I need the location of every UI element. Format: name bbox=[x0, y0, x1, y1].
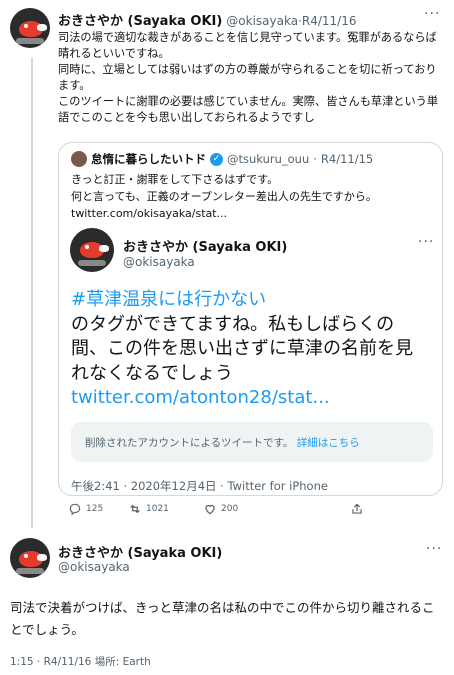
quoted-avatar[interactable] bbox=[71, 151, 87, 167]
inner-display-name[interactable]: おきさやか (Sayaka OKI) bbox=[123, 236, 287, 255]
quoted-display-name[interactable]: 怠惰に暮らしたいトド bbox=[91, 151, 206, 167]
avatar[interactable] bbox=[10, 8, 50, 48]
retweet-button[interactable]: 1021 bbox=[128, 502, 169, 516]
quoted-text-line: 何と言っても、正義のオープンレター差出人の先生ですから。 bbox=[71, 190, 377, 203]
display-name[interactable]: おきさやか (Sayaka OKI) bbox=[58, 542, 222, 561]
inner-handle[interactable]: @okisayaka bbox=[123, 255, 195, 269]
details-link[interactable]: 詳細はこちら bbox=[297, 437, 360, 449]
thread-connector-line bbox=[31, 58, 33, 528]
separator: · bbox=[313, 152, 317, 166]
tweet-text-line: このツイートに謝罪の必要は感じていません。実際、皆さんも草津という単語でこのこと… bbox=[58, 95, 439, 124]
deleted-tweet-notice: 削除されたアカウントによるツイートです。 詳細はこちら bbox=[71, 422, 433, 462]
quoted-link[interactable]: twitter.com/okisayaka/stat... bbox=[71, 205, 431, 222]
tweet-actions-bar: 125 1021 200 bbox=[58, 502, 443, 518]
hashtag-link[interactable]: #草津温泉には行かない bbox=[71, 288, 423, 313]
reply-icon bbox=[69, 503, 81, 516]
reply-button[interactable]: 125 bbox=[68, 502, 103, 516]
quoted-handle[interactable]: @tsukuru_ouu bbox=[227, 152, 309, 166]
tweet-text: 司法の場で適切な裁きがあることを信じ見守っています。冤罪があるならば晴れるといい… bbox=[58, 30, 442, 126]
quoted-text-line: きっと訂正・謝罪をして下さるはずです。 bbox=[71, 173, 279, 186]
handle[interactable]: @okisayaka bbox=[226, 14, 298, 28]
quoted-date[interactable]: R4/11/15 bbox=[321, 152, 373, 166]
retweet-count: 1021 bbox=[146, 504, 169, 514]
handle[interactable]: @okisayaka bbox=[58, 560, 130, 574]
retweet-icon bbox=[130, 504, 140, 514]
more-options-icon[interactable]: ··· bbox=[426, 541, 442, 557]
verified-badge-icon: ✓ bbox=[210, 152, 223, 166]
inner-tweet-text: #草津温泉には行かない のタグができてますね。私もしばらくの間、この件を思い出さ… bbox=[71, 288, 423, 411]
tweet-meta[interactable]: 1:15 · R4/11/16 場所: Earth bbox=[10, 654, 151, 669]
quoted-tweet-header: 怠惰に暮らしたいトド ✓ @tsukuru_ouu · R4/11/15 bbox=[71, 151, 373, 167]
deleted-notice-text: 削除されたアカウントによるツイートです。 bbox=[85, 437, 294, 449]
inner-timestamp[interactable]: 午後2:41 · 2020年12月4日 · Twitter for iPhone bbox=[71, 478, 328, 494]
inner-more-options-icon[interactable]: ··· bbox=[418, 234, 434, 250]
like-count: 200 bbox=[221, 504, 239, 514]
like-button[interactable]: 200 bbox=[203, 502, 238, 516]
share-icon bbox=[352, 503, 362, 514]
display-name[interactable]: おきさやか (Sayaka OKI) bbox=[58, 14, 222, 29]
tweet-header: おきさやか (Sayaka OKI) @okisayaka·R4/11/16 bbox=[58, 10, 357, 29]
inner-text-body: のタグができてますね。私もしばらくの間、この件を思い出さずに草津の名前を見れなく… bbox=[71, 313, 413, 384]
tweet-text: 司法で決着がつけば、きっと草津の名は私の中でこの件から切り離されることでしょう。 bbox=[10, 600, 435, 637]
tweet-text-line: 司法の場で適切な裁きがあることを信じ見守っています。冤罪があるならば晴れるといい… bbox=[58, 31, 437, 60]
tweet-date[interactable]: R4/11/16 bbox=[302, 14, 357, 28]
reply-count: 125 bbox=[86, 504, 104, 514]
avatar[interactable] bbox=[10, 538, 50, 578]
more-options-icon[interactable]: ··· bbox=[424, 6, 440, 22]
inner-avatar[interactable] bbox=[70, 228, 114, 272]
inner-url-link[interactable]: twitter.com/atonton28/stat... bbox=[71, 386, 423, 411]
tweet-text-line: 同時に、立場としては弱いはずの方の尊厳が守られることを切に祈っております。 bbox=[58, 63, 437, 92]
heart-icon bbox=[205, 504, 215, 515]
share-button[interactable] bbox=[350, 502, 364, 516]
quoted-tweet-text: きっと訂正・謝罪をして下さるはずです。 何と言っても、正義のオープンレター差出人… bbox=[71, 171, 431, 222]
